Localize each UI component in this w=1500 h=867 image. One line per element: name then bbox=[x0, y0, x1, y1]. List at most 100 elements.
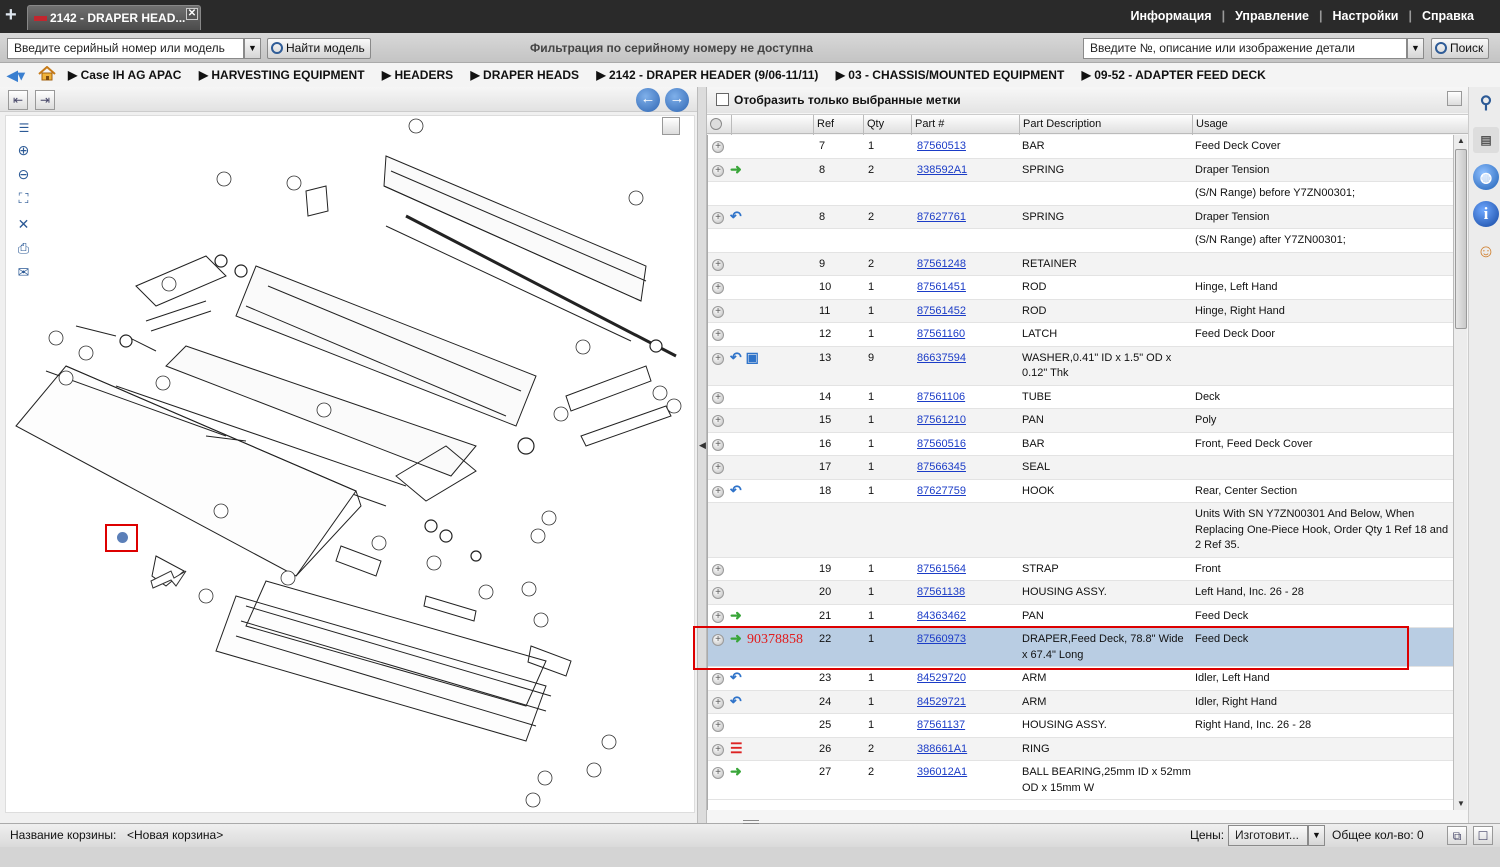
table-row[interactable]: + ➜ 21 1 84363462 PAN Feed Deck bbox=[708, 605, 1453, 628]
add-to-cart-icon[interactable]: + bbox=[712, 696, 724, 709]
part-number-link[interactable]: 87561451 bbox=[917, 281, 966, 293]
catalog-icon[interactable]: ▤ bbox=[1473, 127, 1499, 153]
select-all-icon[interactable] bbox=[707, 115, 731, 135]
table-row[interactable]: (S/N Range) after Y7ZN00301; bbox=[708, 229, 1453, 253]
add-to-cart-icon[interactable]: + bbox=[712, 587, 724, 599]
table-row[interactable]: + ↶ ▣ 13 9 86637594 WASHER,0.41" ID x 1.5" OD… bbox=[708, 346, 1453, 386]
clear-selection-icon[interactable]: ✕ bbox=[14, 215, 33, 234]
blue-arrow-icon[interactable]: ↶ bbox=[730, 482, 742, 499]
table-row[interactable]: +7 1 87560513 BAR Feed Deck Cover bbox=[708, 135, 1453, 159]
column-header-part[interactable]: Part # bbox=[911, 115, 1019, 135]
add-to-cart-icon[interactable]: + bbox=[712, 462, 724, 474]
serial-input[interactable]: Введите серийный номер или модель bbox=[7, 38, 244, 59]
column-header-ref[interactable]: Ref bbox=[813, 115, 863, 135]
collapse-left-icon[interactable]: ⇤ bbox=[8, 90, 28, 110]
green-arrow-icon[interactable]: ➜ bbox=[730, 763, 742, 780]
nav-settings[interactable]: Настройки bbox=[1322, 9, 1408, 23]
user-support-icon[interactable]: ☺ bbox=[1473, 238, 1499, 264]
add-to-cart-icon[interactable]: + bbox=[712, 141, 724, 153]
add-to-cart-icon[interactable]: + bbox=[712, 391, 724, 404]
table-row[interactable]: + ↶ 24 1 84529721 ARM Idler, Right Hand bbox=[708, 690, 1453, 714]
green-arrow-icon[interactable]: ➜ bbox=[730, 161, 742, 178]
add-to-cart-icon[interactable]: + bbox=[712, 352, 724, 365]
part-number-link[interactable]: 87561106 bbox=[917, 391, 965, 403]
part-search-dropdown-button[interactable]: ▼ bbox=[1407, 38, 1424, 59]
add-to-cart-icon[interactable]: + bbox=[712, 211, 724, 224]
part-number-link[interactable]: 87627761 bbox=[917, 211, 966, 223]
collapse-arrow-icon[interactable]: ◀ bbox=[699, 440, 706, 451]
list-options-icon[interactable] bbox=[1447, 91, 1462, 106]
breadcrumb-item[interactable]: ▶ Case IH AG APAC bbox=[68, 68, 188, 82]
part-number-link[interactable]: 87627759 bbox=[917, 485, 966, 497]
table-row[interactable]: +25 1 87561137 HOUSING ASSY. Right Hand, Inc… bbox=[708, 714, 1453, 738]
part-number-link[interactable]: 84529720 bbox=[917, 672, 966, 684]
zoom-out-icon[interactable]: ⊖ bbox=[14, 165, 33, 184]
breadcrumb-item[interactable]: ▶ 2142 - DRAPER HEADER (9/06-11/11) bbox=[596, 68, 825, 82]
part-number-link[interactable]: 84529721 bbox=[917, 696, 966, 708]
add-to-cart-icon[interactable]: + bbox=[712, 743, 724, 756]
part-number-link[interactable]: 87561138 bbox=[917, 586, 965, 598]
price-select[interactable]: Изготовит... bbox=[1228, 825, 1308, 846]
table-row[interactable]: + ↶ 18 1 87627759 HOOK Rear, Center Section bbox=[708, 480, 1453, 503]
email-icon[interactable]: ✉ bbox=[14, 263, 33, 282]
nav-info[interactable]: Информация bbox=[1120, 9, 1221, 23]
breadcrumb-item[interactable]: ▶ 09-52 - ADAPTER FEED DECK bbox=[1082, 68, 1273, 82]
find-model-button[interactable]: Найти модель bbox=[267, 38, 371, 59]
part-number-link[interactable]: 338592A1 bbox=[917, 164, 967, 176]
table-row[interactable]: +20 1 87561138 HOUSING ASSY. Left Hand, Inc.… bbox=[708, 581, 1453, 605]
table-row[interactable]: +14 1 87561106 TUBE Deck bbox=[708, 386, 1453, 409]
next-page-icon[interactable]: → bbox=[665, 88, 689, 112]
price-dropdown-button[interactable]: ▼ bbox=[1308, 825, 1325, 846]
column-header-description[interactable]: Part Description bbox=[1019, 115, 1192, 135]
nav-help[interactable]: Справка bbox=[1412, 9, 1484, 23]
zoom-in-icon[interactable]: ⊕ bbox=[14, 141, 33, 160]
callout-marker-icon[interactable] bbox=[117, 532, 128, 543]
add-to-cart-icon[interactable]: + bbox=[712, 438, 724, 451]
part-number-link[interactable]: 86637594 bbox=[917, 352, 966, 364]
table-row[interactable]: +19 1 87561564 STRAP Front bbox=[708, 558, 1453, 581]
maximize-icon[interactable]: ☐ bbox=[1473, 826, 1493, 845]
part-number-link[interactable]: 87560516 bbox=[917, 438, 966, 450]
add-to-cart-icon[interactable]: + bbox=[712, 720, 724, 732]
add-to-cart-icon[interactable]: + bbox=[712, 164, 724, 177]
blue-arrow-icon[interactable]: ↶ bbox=[730, 693, 742, 710]
scroll-down-icon[interactable]: ▼ bbox=[1455, 798, 1467, 810]
add-to-cart-icon[interactable]: + bbox=[712, 415, 724, 427]
scroll-up-icon[interactable]: ▲ bbox=[1455, 135, 1467, 147]
breadcrumb-item[interactable]: ▶ HARVESTING EQUIPMENT bbox=[199, 68, 372, 82]
table-row[interactable]: +17 1 87566345 SEAL bbox=[708, 456, 1453, 480]
add-to-cart-icon[interactable]: + bbox=[712, 485, 724, 498]
part-number-link[interactable]: 87561564 bbox=[917, 563, 966, 575]
add-to-cart-icon[interactable]: + bbox=[712, 282, 724, 294]
part-number-link[interactable]: 87561210 bbox=[917, 414, 966, 426]
menu-icon[interactable]: ☰ bbox=[14, 119, 33, 138]
breadcrumb-item[interactable]: ▶ 03 - CHASSIS/MOUNTED EQUIPMENT bbox=[836, 68, 1072, 82]
cart-name[interactable]: <Новая корзина> bbox=[127, 828, 223, 842]
part-number-link[interactable]: 388661A1 bbox=[917, 743, 967, 755]
table-row[interactable]: + ➜ 27 2 396012A1 BALL BEARING,25mm ID x 52mm… bbox=[708, 761, 1453, 800]
add-to-cart-icon[interactable]: + bbox=[712, 673, 724, 685]
part-number-link[interactable]: 87560513 bbox=[917, 140, 966, 152]
info-icon[interactable]: i bbox=[1473, 201, 1499, 227]
part-number-link[interactable]: 87561137 bbox=[917, 719, 965, 731]
blue-arrow-icon[interactable]: ↶ bbox=[730, 669, 742, 686]
add-to-cart-icon[interactable]: + bbox=[712, 767, 724, 779]
cart-view-icon[interactable]: ⧉ bbox=[1447, 826, 1467, 845]
table-row[interactable]: (S/N Range) before Y7ZN00301; bbox=[708, 182, 1453, 206]
search-button[interactable]: Поиск bbox=[1431, 38, 1490, 59]
add-to-cart-icon[interactable]: + bbox=[712, 329, 724, 341]
column-header-qty[interactable]: Qty bbox=[863, 115, 911, 135]
part-number-link[interactable]: 87566345 bbox=[917, 461, 966, 473]
add-to-cart-icon[interactable]: + bbox=[712, 305, 724, 318]
expand-right-icon[interactable]: ⇥ bbox=[35, 90, 55, 110]
globe-icon[interactable]: ◍ bbox=[1473, 164, 1499, 190]
add-to-cart-icon[interactable]: + bbox=[712, 610, 724, 623]
close-tab-icon[interactable]: ✕ bbox=[186, 8, 198, 20]
blue-arrow-box-icon[interactable]: ↶ ▣ bbox=[730, 349, 759, 366]
home-icon[interactable] bbox=[38, 66, 56, 81]
magnifier-icon[interactable]: ⚲ bbox=[1473, 90, 1499, 116]
show-selected-checkbox[interactable] bbox=[716, 93, 729, 106]
part-search-input[interactable]: Введите №, описание или изображение дета… bbox=[1083, 38, 1407, 59]
table-row[interactable]: +10 1 87561451 ROD Hinge, Left Hand bbox=[708, 276, 1453, 300]
add-to-cart-icon[interactable]: + bbox=[712, 563, 724, 576]
